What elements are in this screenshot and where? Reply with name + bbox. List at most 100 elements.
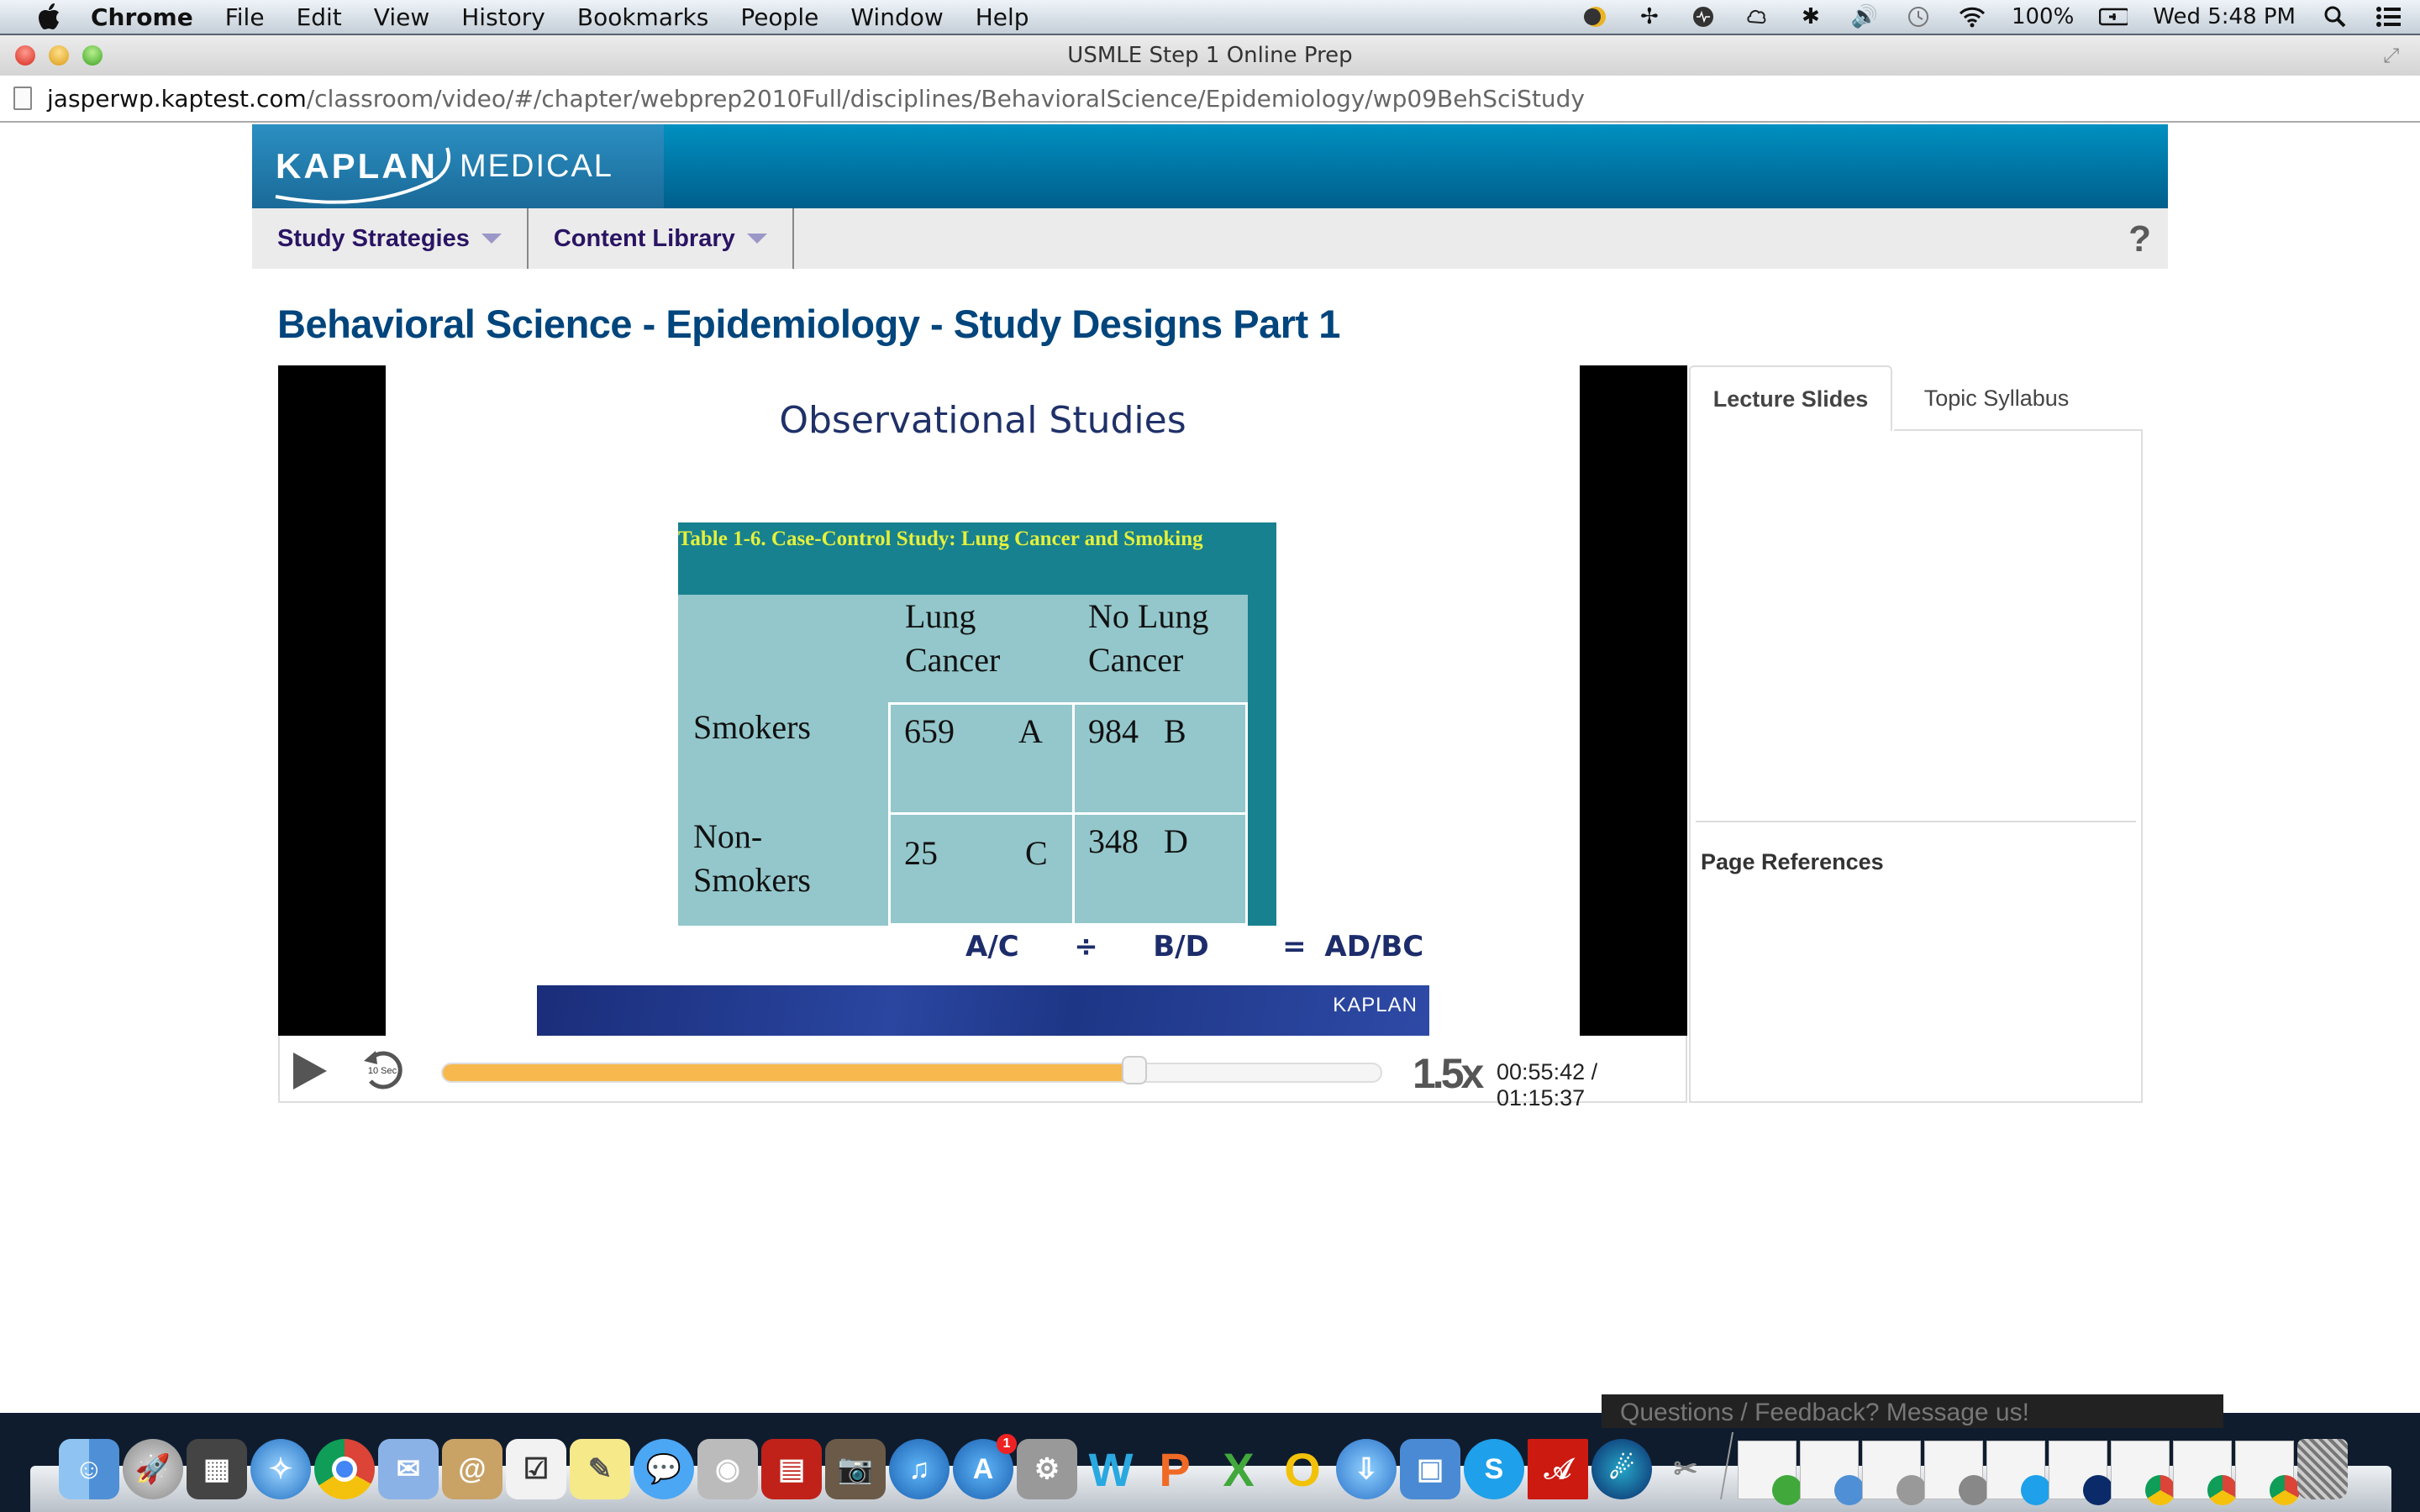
window-zoom-button[interactable] xyxy=(82,45,103,66)
volume-icon[interactable]: 🔊 xyxy=(1850,3,1879,31)
table-cell-a: 659 A xyxy=(888,702,1075,815)
menu-clock[interactable]: Wed 5:48 PM xyxy=(2153,4,2296,29)
utilities-icon[interactable]: ✂ xyxy=(1655,1439,1716,1499)
minimized-window[interactable] xyxy=(1862,1441,1927,1505)
reminders-icon[interactable]: ☑ xyxy=(506,1439,566,1499)
menu-window[interactable]: Window xyxy=(850,3,943,31)
time-machine-icon[interactable] xyxy=(1904,3,1933,31)
launchpad-icon[interactable]: 🚀 xyxy=(123,1439,183,1499)
tab-lecture-slides[interactable]: Lecture Slides xyxy=(1689,365,1892,431)
menu-people[interactable]: People xyxy=(740,3,818,31)
cloud-app-icon[interactable] xyxy=(1743,3,1771,31)
skype-icon[interactable]: S xyxy=(1464,1439,1524,1499)
menu-help[interactable]: Help xyxy=(976,3,1029,31)
night-mode-icon[interactable] xyxy=(1581,3,1610,31)
trash-icon[interactable] xyxy=(2297,1439,2348,1499)
help-icon[interactable]: ? xyxy=(2128,218,2151,260)
table-cell-c: 25 C xyxy=(888,812,1075,926)
kaplan-medical-logo[interactable]: KAPLAN MEDICAL xyxy=(252,124,664,208)
powerpoint-icon[interactable]: P xyxy=(1144,1439,1205,1499)
instruments-badge-icon xyxy=(2083,1475,2113,1505)
video-player[interactable]: Observational Studies Table 1-6. Case-Co… xyxy=(278,365,1687,1036)
mail-icon[interactable]: ✉ xyxy=(378,1439,439,1499)
window-controls xyxy=(15,45,103,66)
lecture-slide: Observational Studies Table 1-6. Case-Co… xyxy=(386,365,1580,1036)
progress-fill xyxy=(443,1064,1134,1081)
acrobat-icon[interactable]: 𝒜 xyxy=(1528,1439,1588,1499)
apple-menu-icon[interactable] xyxy=(32,2,66,32)
window-close-button[interactable] xyxy=(15,45,35,66)
address-bar[interactable]: jasperwp.kaptest.com/classroom/video/#/c… xyxy=(0,76,2420,123)
finder-icon[interactable]: ☺ xyxy=(59,1439,119,1499)
macos-menu-bar: Chrome File Edit View History Bookmarks … xyxy=(0,0,2420,35)
photo-booth-icon[interactable]: ▤ xyxy=(761,1439,822,1499)
fan-icon[interactable]: ✢ xyxy=(1635,3,1664,31)
feedback-widget[interactable]: Questions / Feedback? Message us! xyxy=(1602,1394,2223,1428)
word-icon[interactable]: W xyxy=(1081,1439,1141,1499)
tab-topic-syllabus[interactable]: Topic Syllabus xyxy=(1892,365,2101,431)
window-minimize-button[interactable] xyxy=(49,45,69,66)
site-header: KAPLAN MEDICAL xyxy=(252,124,2168,208)
minimized-window[interactable] xyxy=(1800,1441,1865,1505)
cell-value: 659 xyxy=(904,712,955,750)
player-controls: 10 Sec 1.5x 00:55:42 / 01:15:37 xyxy=(278,1036,1687,1110)
minimized-window[interactable] xyxy=(2173,1441,2238,1505)
minimized-window[interactable] xyxy=(1738,1441,1802,1505)
iphoto-icon[interactable]: 📷 xyxy=(825,1439,886,1499)
cell-value: 984 xyxy=(1088,712,1139,750)
minimized-window[interactable] xyxy=(2049,1441,2113,1505)
nav-study-strategies[interactable]: Study Strategies xyxy=(252,208,529,269)
progress-thumb[interactable] xyxy=(1121,1056,1147,1084)
logo-kaplan-text: KAPLAN xyxy=(276,146,438,186)
wifi-icon[interactable] xyxy=(1958,3,1986,31)
finder-badge-icon xyxy=(1834,1475,1865,1505)
mission-control-icon[interactable]: ▦ xyxy=(187,1439,247,1499)
itunes-icon[interactable]: ♫ xyxy=(889,1439,950,1499)
slide-table: Table 1-6. Case-Control Study: Lung Canc… xyxy=(678,522,1276,926)
menu-view[interactable]: View xyxy=(374,3,429,31)
time-display: 00:55:42 / 01:15:37 xyxy=(1497,1059,1598,1110)
excel-icon[interactable]: X xyxy=(1208,1439,1269,1499)
site-nav: Study Strategies Content Library ? xyxy=(252,208,2168,269)
notification-center-icon[interactable] xyxy=(2375,3,2403,31)
excel-badge-icon xyxy=(1772,1475,1802,1505)
play-icon[interactable] xyxy=(293,1053,327,1089)
menu-edit[interactable]: Edit xyxy=(297,3,342,31)
remote-desktop-icon[interactable]: ▣ xyxy=(1400,1439,1460,1499)
spotlight-search-icon[interactable] xyxy=(2321,3,2349,31)
playback-speed-button[interactable]: 1.5x xyxy=(1413,1049,1484,1098)
messages-icon[interactable]: 💬 xyxy=(634,1439,694,1499)
minimized-window[interactable] xyxy=(1924,1441,1989,1505)
contacts-icon[interactable]: @ xyxy=(442,1439,502,1499)
minimized-window[interactable] xyxy=(2235,1441,2300,1505)
rewind-10-sec-icon[interactable]: 10 Sec xyxy=(360,1047,404,1091)
instruments-icon[interactable]: ☄ xyxy=(1591,1439,1652,1499)
minimized-window[interactable] xyxy=(1986,1441,2051,1505)
bluetooth-icon[interactable]: ✱ xyxy=(1797,3,1825,31)
outlook-icon[interactable]: O xyxy=(1272,1439,1333,1499)
minimized-window[interactable] xyxy=(2111,1441,2175,1505)
facetime-icon[interactable]: ◉ xyxy=(697,1439,758,1499)
chrome-icon[interactable] xyxy=(314,1439,375,1499)
safari-icon[interactable]: ✧ xyxy=(250,1439,311,1499)
app-store-icon[interactable]: A 1 xyxy=(953,1434,1017,1499)
chevron-down-icon xyxy=(481,234,502,244)
dock-separator xyxy=(1719,1432,1734,1499)
fullscreen-icon[interactable]: ⤢ xyxy=(2383,44,2407,67)
notes-icon[interactable]: ✎ xyxy=(570,1439,630,1499)
progress-bar[interactable] xyxy=(441,1063,1382,1083)
nav-content-library[interactable]: Content Library xyxy=(529,208,794,269)
menu-history[interactable]: History xyxy=(461,3,545,31)
menu-file[interactable]: File xyxy=(225,3,265,31)
menu-app-chrome[interactable]: Chrome xyxy=(91,3,193,31)
column-header: Lung Cancer xyxy=(905,595,1000,682)
audio-hijack-icon[interactable] xyxy=(1689,3,1718,31)
menu-bookmarks[interactable]: Bookmarks xyxy=(577,3,708,31)
preferences-badge-icon xyxy=(1897,1475,1927,1505)
battery-icon[interactable] xyxy=(2099,3,2128,31)
header-line: Cancer xyxy=(1088,641,1184,679)
chevron-down-icon xyxy=(746,234,767,244)
system-preferences-icon[interactable]: ⚙ xyxy=(1017,1439,1077,1499)
cell-letter: B xyxy=(1164,712,1186,750)
downloads-icon[interactable]: ⇩ xyxy=(1336,1439,1397,1499)
